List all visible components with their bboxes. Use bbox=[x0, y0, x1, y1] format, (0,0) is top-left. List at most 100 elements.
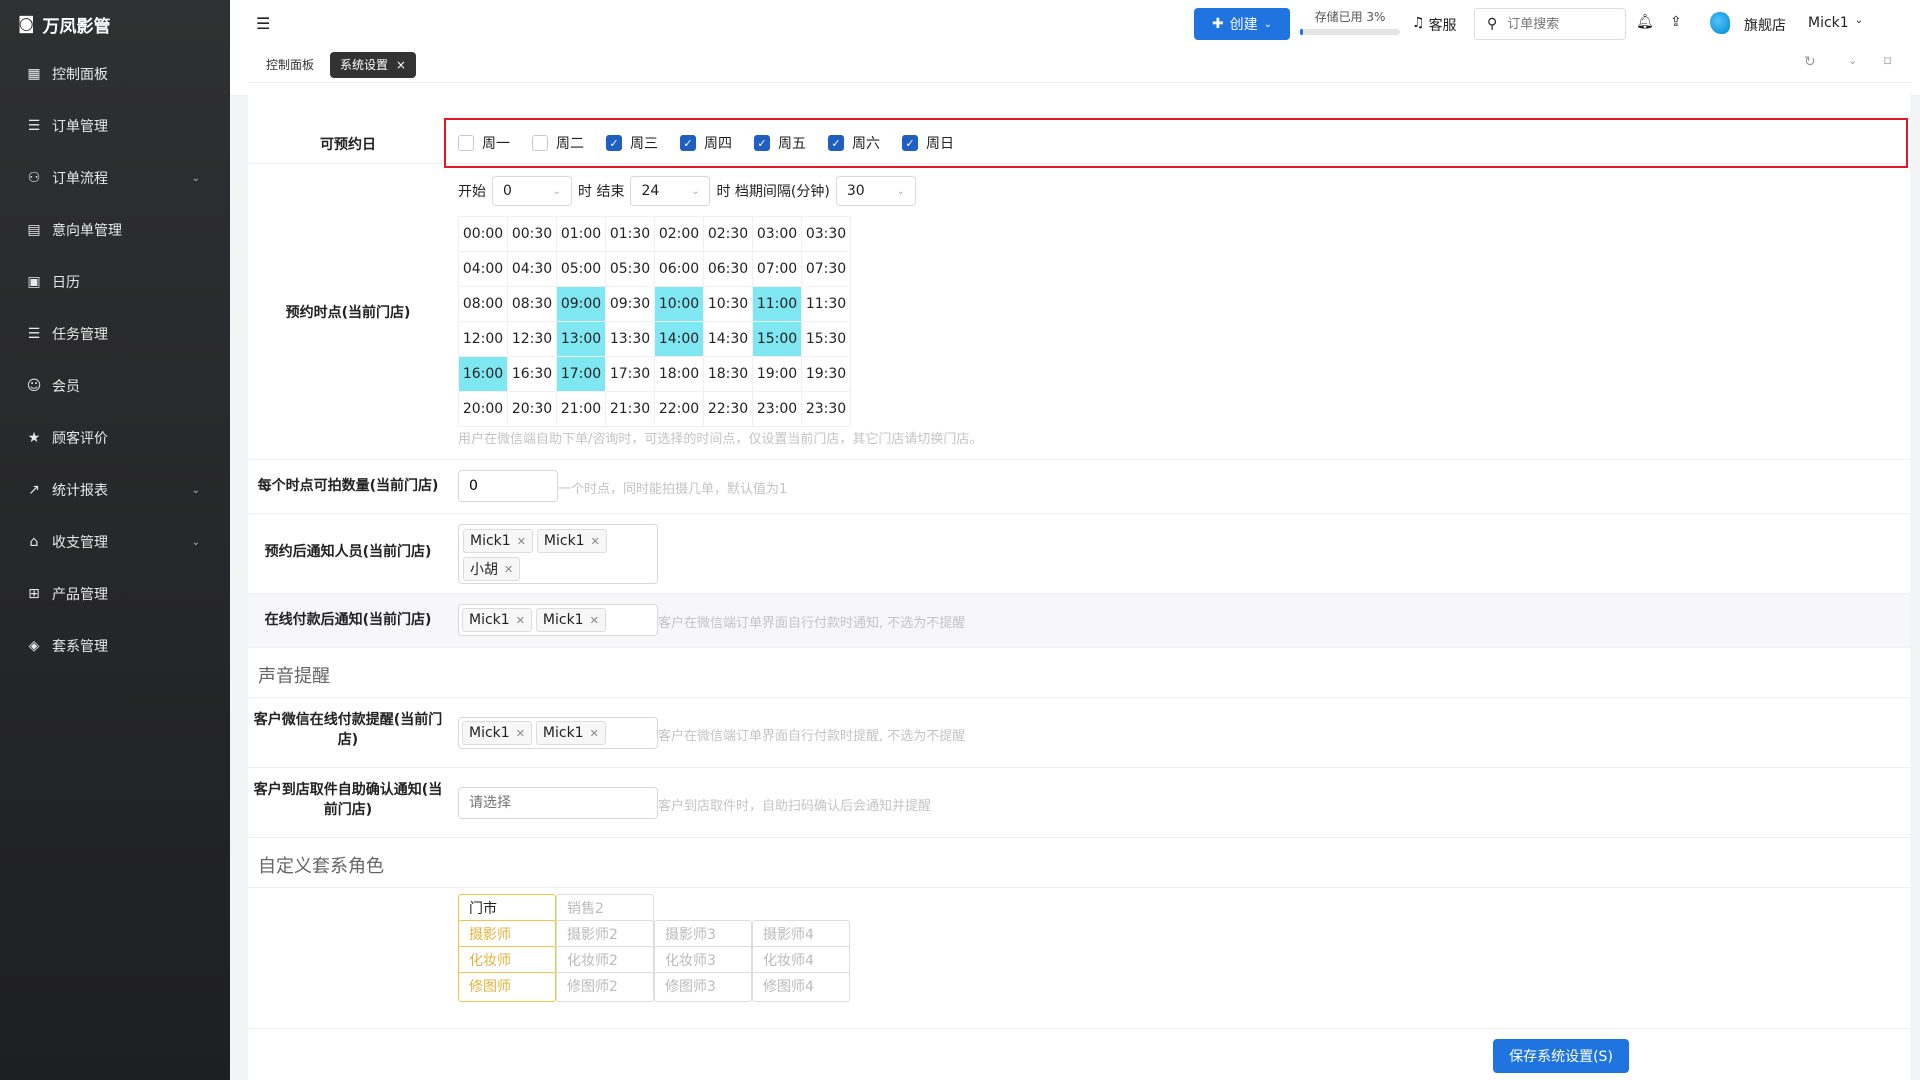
time-slot[interactable]: 07:30 bbox=[801, 251, 851, 287]
save-settings-button[interactable]: 保存系统设置(S) bbox=[1493, 1039, 1629, 1073]
time-slot[interactable]: 00:00 bbox=[458, 216, 508, 252]
time-slot[interactable]: 23:30 bbox=[801, 391, 851, 427]
role-input[interactable]: 修图师4 bbox=[752, 972, 850, 1002]
sidebar-item[interactable]: ▤ 意向单管理 bbox=[0, 204, 230, 256]
payment-notify-select[interactable]: Mick1 ✕ Mick1 ✕ bbox=[458, 604, 658, 636]
sidebar-item[interactable]: ⚇ 订单流程 ⌄ bbox=[0, 152, 230, 204]
customer-service[interactable]: ♫ 客服 bbox=[1412, 15, 1457, 35]
time-slot[interactable]: 03:30 bbox=[801, 216, 851, 252]
close-icon[interactable]: ✕ bbox=[504, 563, 513, 576]
time-slot[interactable]: 01:30 bbox=[605, 216, 655, 252]
end-hour-select[interactable]: 24 ⌄ bbox=[630, 176, 711, 206]
search-input[interactable] bbox=[1507, 16, 1608, 32]
booking-notify-select[interactable]: Mick1 ✕ Mick1 ✕ 小胡 ✕ bbox=[458, 524, 658, 584]
time-slot[interactable]: 08:30 bbox=[507, 286, 557, 322]
time-slot[interactable]: 16:00 bbox=[458, 356, 508, 392]
store-name[interactable]: 旗舰店 bbox=[1744, 15, 1786, 35]
time-slot[interactable]: 07:00 bbox=[752, 251, 802, 287]
time-slot[interactable]: 13:30 bbox=[605, 321, 655, 357]
upload-icon[interactable]: ⇪ bbox=[1670, 14, 1682, 30]
time-slot[interactable]: 15:00 bbox=[752, 321, 802, 357]
day-checkbox[interactable]: ✓ 周五 bbox=[754, 133, 806, 153]
day-checkbox[interactable]: ✓ 周三 bbox=[606, 133, 658, 153]
close-icon[interactable]: × bbox=[396, 58, 406, 72]
time-slot[interactable]: 17:00 bbox=[556, 356, 606, 392]
interval-select[interactable]: 30 ⌄ bbox=[835, 176, 916, 206]
chevron-down-icon[interactable]: ⌄ bbox=[1848, 54, 1857, 67]
time-slot[interactable]: 02:30 bbox=[703, 216, 753, 252]
time-slot[interactable]: 05:00 bbox=[556, 251, 606, 287]
time-slot[interactable]: 09:00 bbox=[556, 286, 606, 322]
order-search[interactable]: ⚲ bbox=[1474, 8, 1626, 40]
time-slot[interactable]: 19:30 bbox=[801, 356, 851, 392]
close-icon[interactable]: ✕ bbox=[590, 614, 599, 627]
sidebar-item[interactable]: ★ 顾客评价 bbox=[0, 412, 230, 464]
time-slot[interactable]: 02:00 bbox=[654, 216, 704, 252]
time-slot[interactable]: 23:00 bbox=[752, 391, 802, 427]
sidebar-item[interactable]: ☰ 订单管理 bbox=[0, 100, 230, 152]
create-button[interactable]: ✚ 创建 ⌄ bbox=[1194, 8, 1290, 40]
pickup-notify-select[interactable] bbox=[458, 787, 658, 819]
time-slot[interactable]: 16:30 bbox=[507, 356, 557, 392]
sidebar-item[interactable]: ◈ 套系管理 bbox=[0, 620, 230, 672]
time-slot[interactable]: 09:30 bbox=[605, 286, 655, 322]
sidebar-item[interactable]: ⌂ 收支管理 ⌄ bbox=[0, 516, 230, 568]
user-menu[interactable]: Mick1 ⌄ bbox=[1808, 15, 1863, 31]
day-checkbox[interactable]: ✓ 周四 bbox=[680, 133, 732, 153]
refresh-icon[interactable]: ↻ bbox=[1804, 54, 1816, 70]
day-checkbox[interactable]: 周一 bbox=[458, 133, 510, 153]
time-slot[interactable]: 03:00 bbox=[752, 216, 802, 252]
app-logo[interactable]: ◙ 万凤影管 bbox=[0, 0, 230, 48]
time-slot[interactable]: 14:00 bbox=[654, 321, 704, 357]
time-slot[interactable]: 01:00 bbox=[556, 216, 606, 252]
bell-icon[interactable]: 🔔︎ bbox=[1636, 14, 1654, 30]
time-slot[interactable]: 08:00 bbox=[458, 286, 508, 322]
time-slot[interactable]: 12:00 bbox=[458, 321, 508, 357]
close-icon[interactable]: ✕ bbox=[517, 535, 526, 548]
sidebar-item[interactable]: ▦ 控制面板 bbox=[0, 48, 230, 100]
time-slot[interactable]: 21:00 bbox=[556, 391, 606, 427]
time-slot[interactable]: 22:00 bbox=[654, 391, 704, 427]
slot-capacity-input[interactable] bbox=[458, 470, 558, 502]
close-icon[interactable]: ✕ bbox=[516, 727, 525, 740]
time-slot[interactable]: 13:00 bbox=[556, 321, 606, 357]
time-slot[interactable]: 06:00 bbox=[654, 251, 704, 287]
sidebar-item[interactable]: ↗ 统计报表 ⌄ bbox=[0, 464, 230, 516]
close-icon[interactable]: ✕ bbox=[516, 614, 525, 627]
time-slot[interactable]: 14:30 bbox=[703, 321, 753, 357]
start-hour-select[interactable]: 0 ⌄ bbox=[492, 176, 572, 206]
time-slot[interactable]: 06:30 bbox=[703, 251, 753, 287]
time-slot[interactable]: 21:30 bbox=[605, 391, 655, 427]
wechat-payment-select[interactable]: Mick1 ✕ Mick1 ✕ bbox=[458, 717, 658, 749]
tab-system-settings[interactable]: 系统设置 × bbox=[330, 52, 416, 78]
time-slot[interactable]: 04:00 bbox=[458, 251, 508, 287]
time-slot[interactable]: 00:30 bbox=[507, 216, 557, 252]
time-slot[interactable]: 11:30 bbox=[801, 286, 851, 322]
time-slot[interactable]: 15:30 bbox=[801, 321, 851, 357]
close-icon[interactable]: ✕ bbox=[591, 535, 600, 548]
menu-toggle-icon[interactable]: ☰ bbox=[256, 14, 270, 33]
time-slot[interactable]: 18:00 bbox=[654, 356, 704, 392]
time-slot[interactable]: 10:00 bbox=[654, 286, 704, 322]
day-checkbox[interactable]: ✓ 周六 bbox=[828, 133, 880, 153]
role-input[interactable]: 修图师3 bbox=[654, 972, 752, 1002]
time-slot[interactable]: 17:30 bbox=[605, 356, 655, 392]
time-slot[interactable]: 20:00 bbox=[458, 391, 508, 427]
time-slot[interactable]: 12:30 bbox=[507, 321, 557, 357]
sidebar-item[interactable]: ☺ 会员 bbox=[0, 360, 230, 412]
sidebar-item[interactable]: ☰ 任务管理 bbox=[0, 308, 230, 360]
time-slot[interactable]: 20:30 bbox=[507, 391, 557, 427]
role-input[interactable]: 修图师 bbox=[458, 972, 556, 1002]
day-checkbox[interactable]: ✓ 周日 bbox=[902, 133, 954, 153]
fullscreen-icon[interactable]: ⌑ bbox=[1884, 54, 1891, 70]
tab-dashboard[interactable]: 控制面板 bbox=[256, 52, 324, 78]
time-slot[interactable]: 10:30 bbox=[703, 286, 753, 322]
time-slot[interactable]: 19:00 bbox=[752, 356, 802, 392]
sidebar-item[interactable]: ▣ 日历 bbox=[0, 256, 230, 308]
time-slot[interactable]: 22:30 bbox=[703, 391, 753, 427]
sidebar-item[interactable]: ⊞ 产品管理 bbox=[0, 568, 230, 620]
time-slot[interactable]: 18:30 bbox=[703, 356, 753, 392]
time-slot[interactable]: 04:30 bbox=[507, 251, 557, 287]
close-icon[interactable]: ✕ bbox=[590, 727, 599, 740]
day-checkbox[interactable]: 周二 bbox=[532, 133, 584, 153]
